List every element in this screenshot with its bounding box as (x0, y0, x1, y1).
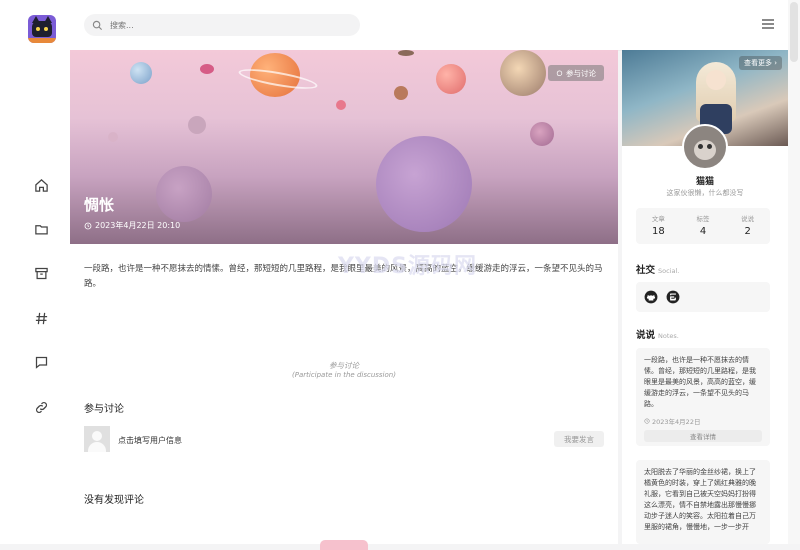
hash-icon[interactable] (32, 309, 50, 327)
stat-tags[interactable]: 标签 4 (681, 208, 726, 244)
profile-stats: 文章 18 标签 4 说说 2 (636, 208, 770, 244)
profile-description: 这家伙很懒，什么都没写 (666, 189, 744, 197)
view-more-button[interactable]: 查看更多 › (738, 56, 782, 70)
article-title: 惆怅 (84, 196, 115, 214)
article-date-text: 2023年4月22日 20:10 (95, 221, 181, 230)
stat-value: 4 (699, 226, 707, 237)
clock-icon (84, 222, 92, 229)
user-avatar[interactable] (84, 426, 110, 452)
notes-subtitle: Notes. (658, 332, 679, 340)
note-date: 2023年4月22日 (644, 416, 762, 426)
no-comments-title: 没有发现评论 (84, 495, 144, 506)
search-box[interactable] (84, 14, 360, 36)
top-bar (70, 0, 788, 51)
link-icon[interactable] (32, 398, 50, 416)
search-input[interactable] (108, 19, 332, 31)
clock-icon (644, 418, 650, 424)
stat-notes[interactable]: 说说 2 (725, 208, 770, 244)
profile-avatar[interactable] (682, 124, 728, 170)
comments-section-title: 参与讨论 (84, 404, 124, 415)
page-scrollbar[interactable] (788, 0, 800, 544)
folder-icon[interactable] (32, 220, 50, 238)
discuss-button-label: 参与讨论 (566, 68, 596, 78)
fill-user-info-link[interactable]: 点击填写用户信息 (118, 435, 182, 446)
post-comment-button[interactable]: 我要发言 (554, 431, 604, 447)
site-logo[interactable] (28, 15, 56, 43)
profile-name: 猫猫 (695, 177, 714, 187)
menu-icon[interactable] (762, 19, 774, 29)
note-text: 太阳脱去了华丽的金丝纱裙，换上了橘黄色的时装，穿上了嫣红典雅的晚礼服，它看到自己… (644, 468, 756, 531)
note-text: 一段路，也许是一种不愿抹去的情愫。曾经，那短短的几里路程，是我眼里是最美的风景，… (644, 356, 756, 408)
comments-divider-title: 参与讨论 (329, 361, 359, 370)
stat-articles[interactable]: 文章 18 (636, 208, 681, 244)
article-main: 惆怅 2023年4月22日 20:10 参与讨论 一段路，也许是一种不愿抹去的情… (70, 50, 618, 550)
gitee-icon[interactable] (666, 290, 680, 304)
stat-label: 文章 (651, 215, 665, 223)
watermark-text: YYDS源码网 (338, 254, 477, 279)
note-detail-button[interactable]: 查看详情 (644, 430, 762, 442)
scrollbar-thumb[interactable] (790, 2, 798, 62)
home-icon[interactable] (32, 176, 50, 194)
search-icon (92, 20, 103, 30)
cat-logo-icon (32, 16, 52, 37)
stat-value: 2 (744, 226, 751, 237)
notes-title-text: 说说 (636, 330, 656, 341)
sidebar (0, 0, 71, 544)
note-card: 太阳脱去了华丽的金丝纱裙，换上了橘黄色的时装，穿上了嫣红典雅的晚礼服，它看到自己… (636, 460, 770, 544)
note-date-text: 2023年4月22日 (652, 418, 701, 426)
github-icon[interactable] (644, 290, 658, 304)
archive-icon[interactable] (32, 264, 50, 282)
stat-value: 18 (651, 226, 665, 237)
stat-label: 标签 (696, 215, 710, 223)
comment-icon (556, 70, 563, 76)
stat-label: 说说 (741, 215, 755, 223)
article-date: 2023年4月22日 20:10 (84, 220, 180, 231)
discuss-button[interactable]: 参与讨论 (548, 65, 604, 81)
chat-icon[interactable] (32, 353, 50, 371)
view-more-label: 查看更多 (743, 59, 772, 67)
bottom-tab[interactable] (320, 540, 368, 550)
social-title: 社交 Social. (636, 262, 679, 276)
social-links (636, 282, 770, 312)
notes-title: 说说 Notes. (636, 327, 679, 341)
social-title-text: 社交 (636, 265, 656, 276)
hero-banner: 惆怅 2023年4月22日 20:10 参与讨论 (70, 50, 618, 244)
comments-divider-subtitle: (Participate in the discussion) (292, 371, 396, 379)
social-subtitle: Social. (658, 267, 680, 275)
note-card: 一段路，也许是一种不愿抹去的情愫。曾经，那短短的几里路程，是我眼里是最美的风景，… (636, 348, 770, 446)
right-sidebar: 查看更多 › 猫猫 这家伙很懒，什么都没写 文章 18 标签 4 说说 2 社交… (622, 50, 788, 544)
